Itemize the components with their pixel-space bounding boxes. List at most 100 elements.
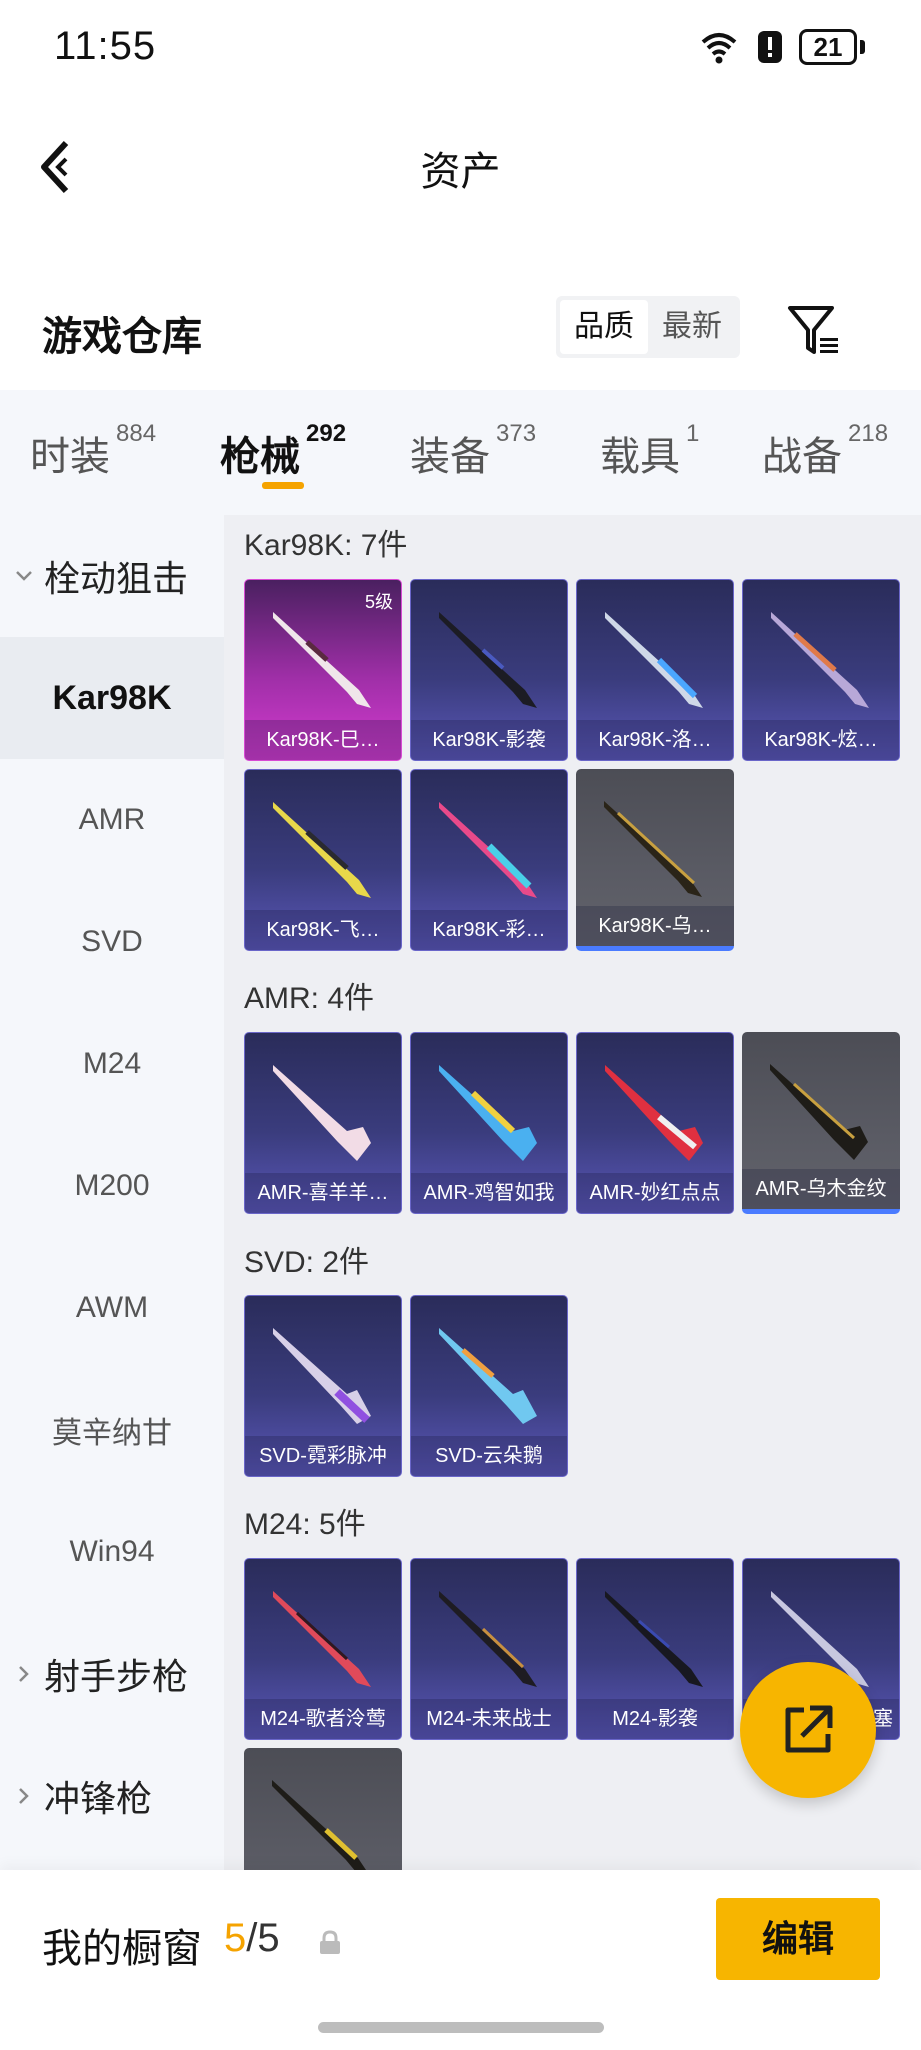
tab-underline [262, 482, 304, 489]
rifle-icon [439, 802, 537, 898]
item-card[interactable] [244, 1748, 402, 1870]
level-badge: 5级 [364, 592, 393, 612]
wifi-icon [701, 33, 737, 64]
tab-equipment[interactable]: 装备373 [410, 420, 536, 482]
item-name: Kar98K-彩… [411, 910, 567, 950]
group-label-amr: AMR: 4件 [244, 982, 375, 1015]
home-indicator[interactable] [318, 2022, 604, 2033]
item-name: AMR-妙红点点 [577, 1173, 733, 1213]
item-name: Kar98K-巳… [245, 720, 401, 760]
status-bar: 11:55 21 [0, 0, 921, 95]
rifle-icon [272, 1780, 366, 1870]
tab-gear[interactable]: 战备218 [762, 420, 888, 482]
item-name: Kar98K-洛… [577, 720, 733, 760]
item-name: M24-未来战士 [411, 1699, 567, 1739]
rifle-icon [439, 612, 537, 708]
rifle-icon [439, 1591, 537, 1687]
warehouse-header: 游戏仓库 品质 最新 [0, 280, 921, 380]
item-name: Kar98K-炫… [743, 720, 899, 760]
item-card[interactable]: Kar98K-飞… [244, 769, 402, 951]
group-label-svd: SVD: 2件 [244, 1246, 370, 1279]
item-name: M24-影袭 [577, 1699, 733, 1739]
share-icon [785, 1705, 833, 1753]
rifle-icon [273, 802, 371, 898]
rifle-icon [439, 1065, 537, 1161]
sidebar-group-smg[interactable]: 冲锋枪 [14, 1735, 152, 1857]
alert-icon [758, 31, 782, 63]
sidebar-item-win94[interactable]: Win94 [0, 1491, 224, 1613]
share-button[interactable] [740, 1662, 876, 1798]
rifle-icon [439, 1328, 537, 1424]
item-card[interactable]: Kar98K-影袭 [410, 579, 568, 761]
edit-button[interactable]: 编辑 [716, 1898, 880, 1980]
status-icons: 21 [697, 28, 865, 66]
item-card[interactable]: M24-歌者泠莺 [244, 1558, 402, 1740]
item-name: Kar98K-影袭 [411, 720, 567, 760]
sort-quality-option[interactable]: 品质 [560, 300, 648, 354]
sidebar-group-bolt-sniper[interactable]: 栓动狙击 [14, 515, 188, 637]
sidebar-item-kar98k[interactable]: Kar98K [0, 637, 224, 759]
rifle-icon [605, 612, 703, 708]
page-title: 资产 [420, 150, 501, 194]
sidebar-item-m24[interactable]: M24 [0, 1003, 224, 1125]
group-label-kar98k: Kar98K: 7件 [244, 529, 408, 562]
item-card[interactable]: Kar98K-乌… [576, 769, 734, 951]
battery-level: 21 [813, 32, 843, 62]
rifle-icon [770, 1064, 868, 1160]
rifle-icon [273, 1065, 371, 1161]
sidebar-item-svd[interactable]: SVD [0, 881, 224, 1003]
item-name: AMR-乌木金纹 [742, 1169, 900, 1209]
item-name: SVD-霓彩脉冲 [245, 1436, 401, 1476]
sort-toggle: 品质 最新 [556, 296, 740, 358]
sort-newest-option[interactable]: 最新 [648, 300, 736, 354]
item-card[interactable]: 5级 Kar98K-巳… [244, 579, 402, 761]
showcase-bar: 我的橱窗 5/5 编辑 [0, 1870, 921, 2050]
tab-guns[interactable]: 枪械292 [220, 420, 346, 482]
lock-icon [320, 1930, 340, 1954]
item-card[interactable]: M24-未来战士 [410, 1558, 568, 1740]
status-time: 11:55 [54, 24, 157, 68]
nav-bar: 资产 [0, 95, 921, 235]
item-name: Kar98K-飞… [245, 910, 401, 950]
sidebar-item-awm[interactable]: AWM [0, 1247, 224, 1369]
sidebar-item-mosin[interactable]: 莫辛纳甘 [0, 1369, 224, 1491]
sidebar: 栓动狙击 Kar98K AMR SVD M24 M200 AWM 莫辛纳甘 Wi… [0, 515, 224, 1870]
showcase-count: 5/5 [224, 1916, 280, 1960]
rifle-icon [604, 801, 702, 897]
item-card[interactable]: SVD-霓彩脉冲 [244, 1295, 402, 1477]
rifle-icon [605, 1065, 703, 1161]
warehouse-title: 游戏仓库 [42, 315, 202, 359]
item-card[interactable]: Kar98K-彩… [410, 769, 568, 951]
item-name: AMR-喜羊羊… [245, 1173, 401, 1213]
chevron-right-icon [19, 1788, 29, 1804]
tab-fashion[interactable]: 时装884 [30, 420, 156, 482]
item-card[interactable]: AMR-乌木金纹 [742, 1032, 900, 1214]
filter-icon[interactable] [786, 302, 842, 358]
sidebar-group-marksman[interactable]: 射手步枪 [14, 1613, 188, 1735]
showcase-label: 我的橱窗 [42, 1927, 202, 1971]
item-card[interactable]: SVD-云朵鹅 [410, 1295, 568, 1477]
item-name: SVD-云朵鹅 [411, 1436, 567, 1476]
sidebar-item-amr[interactable]: AMR [0, 759, 224, 881]
chevron-right-icon [19, 1666, 29, 1682]
item-card[interactable]: M24-影袭 [576, 1558, 734, 1740]
rifle-icon [273, 1591, 371, 1687]
tab-vehicles[interactable]: 载具1 [600, 420, 699, 482]
item-name: Kar98K-乌… [576, 906, 734, 946]
rifle-icon [605, 1591, 703, 1687]
item-card[interactable]: AMR-喜羊羊… [244, 1032, 402, 1214]
sidebar-item-m200[interactable]: M200 [0, 1125, 224, 1247]
item-name: AMR-鸡智如我 [411, 1173, 567, 1213]
item-card[interactable]: AMR-鸡智如我 [410, 1032, 568, 1214]
item-card[interactable]: AMR-妙红点点 [576, 1032, 734, 1214]
item-card[interactable]: Kar98K-洛… [576, 579, 734, 761]
category-tabs: 时装884 枪械292 装备373 载具1 战备218 [0, 390, 921, 515]
battery-icon: 21 [799, 29, 865, 65]
item-name: M24-歌者泠莺 [245, 1699, 401, 1739]
rifle-icon [771, 612, 869, 708]
chevron-down-icon [16, 571, 32, 581]
item-card[interactable]: Kar98K-炫… [742, 579, 900, 761]
rifle-icon [273, 612, 371, 708]
rifle-icon [273, 1328, 371, 1424]
group-label-m24: M24: 5件 [244, 1508, 366, 1541]
